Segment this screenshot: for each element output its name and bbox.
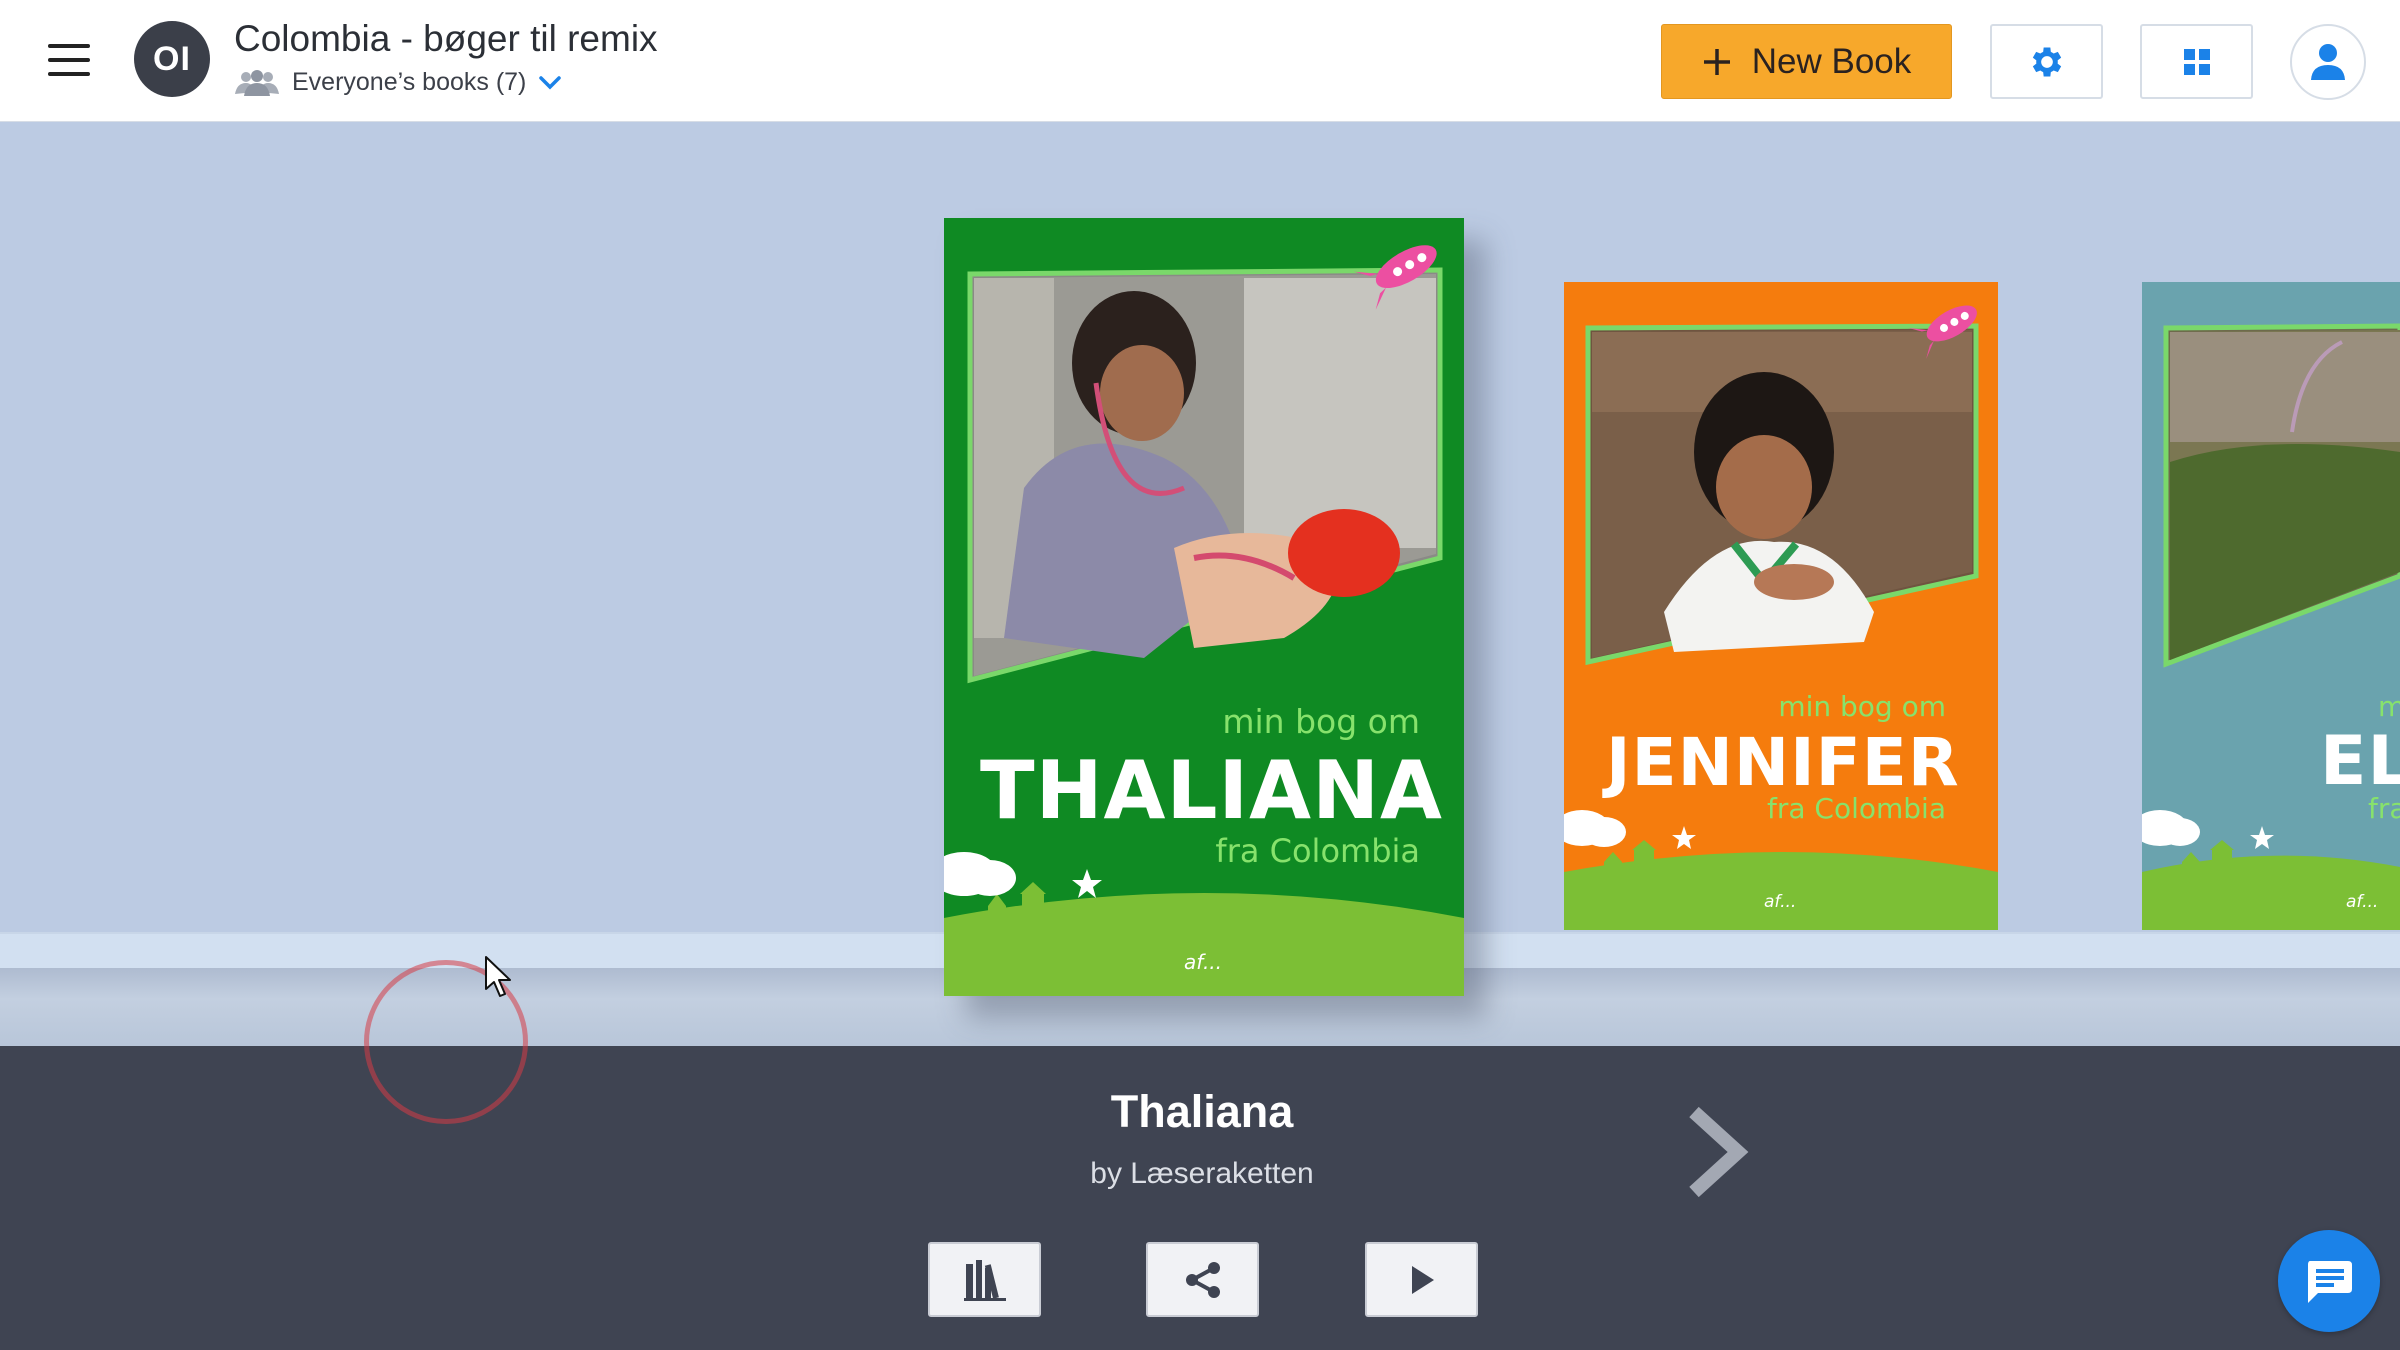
user-icon — [2311, 44, 2345, 80]
next-arrow-icon[interactable] — [1680, 1102, 1760, 1202]
library-title: Colombia - bøger til remix — [234, 18, 658, 59]
cover-author-line: af... — [1764, 892, 1797, 912]
gear-icon — [2032, 47, 2061, 76]
cover-author-line: af... — [1184, 950, 1223, 974]
share-button[interactable] — [1146, 1242, 1259, 1317]
chat-button[interactable] — [2278, 1230, 2380, 1332]
cover-artwork — [1564, 305, 1998, 930]
plus-icon — [1703, 48, 1730, 75]
cover-author-line: af... — [2346, 892, 2379, 912]
library-icon — [963, 1259, 1006, 1301]
library-button[interactable] — [928, 1242, 1041, 1317]
cover-artwork — [2142, 323, 2400, 930]
new-book-label: New Book — [1751, 41, 1912, 81]
cover-subtitle: min bog om — [1222, 702, 1420, 741]
cover-name: THALIANA — [980, 744, 1443, 837]
library-avatar[interactable]: OI — [134, 21, 210, 97]
books-filter-dropdown[interactable]: Everyone’s books (7) — [234, 68, 562, 97]
menu-icon[interactable] — [48, 42, 94, 78]
cover-name: EL — [2320, 722, 2400, 801]
grid-view-button[interactable] — [2140, 24, 2253, 99]
chevron-down-icon — [539, 75, 562, 89]
cover-place: fra Colombia — [1215, 832, 1420, 870]
book-cover-thaliana[interactable]: min bog om THALIANA fra Colombia af... — [944, 218, 1464, 996]
settings-button[interactable] — [1990, 24, 2103, 99]
top-bar: OI Colombia - bøger til remix Everyone’s… — [0, 0, 2400, 122]
selected-book-title: Thaliana — [1110, 1086, 1294, 1137]
selected-book-author: by Læseraketten — [1090, 1157, 1314, 1190]
people-icon — [235, 69, 279, 96]
play-button[interactable] — [1365, 1242, 1478, 1317]
cover-place: fra — [2368, 792, 2400, 825]
book-cover-jennifer[interactable]: min bog om JENNIFER fra Colombia af... — [1564, 282, 1998, 930]
profile-button[interactable] — [2290, 24, 2366, 100]
mouse-cursor-icon — [485, 956, 511, 997]
cover-subtitle: min bog om — [1778, 690, 1946, 723]
new-book-button[interactable]: New Book — [1661, 24, 1952, 99]
cover-subtitle: m — [2378, 690, 2400, 723]
book-cover-el[interactable]: m EL fra af... — [2142, 282, 2400, 930]
books-filter-label: Everyone’s books (7) — [292, 68, 527, 96]
cover-name: JENNIFER — [1606, 724, 1960, 801]
play-icon — [1411, 1265, 1434, 1294]
cover-artwork — [944, 245, 1464, 996]
grid-icon — [2183, 48, 2210, 75]
cover-place: fra Colombia — [1766, 792, 1946, 825]
chat-icon — [2308, 1261, 2352, 1303]
share-icon — [1185, 1261, 1220, 1298]
